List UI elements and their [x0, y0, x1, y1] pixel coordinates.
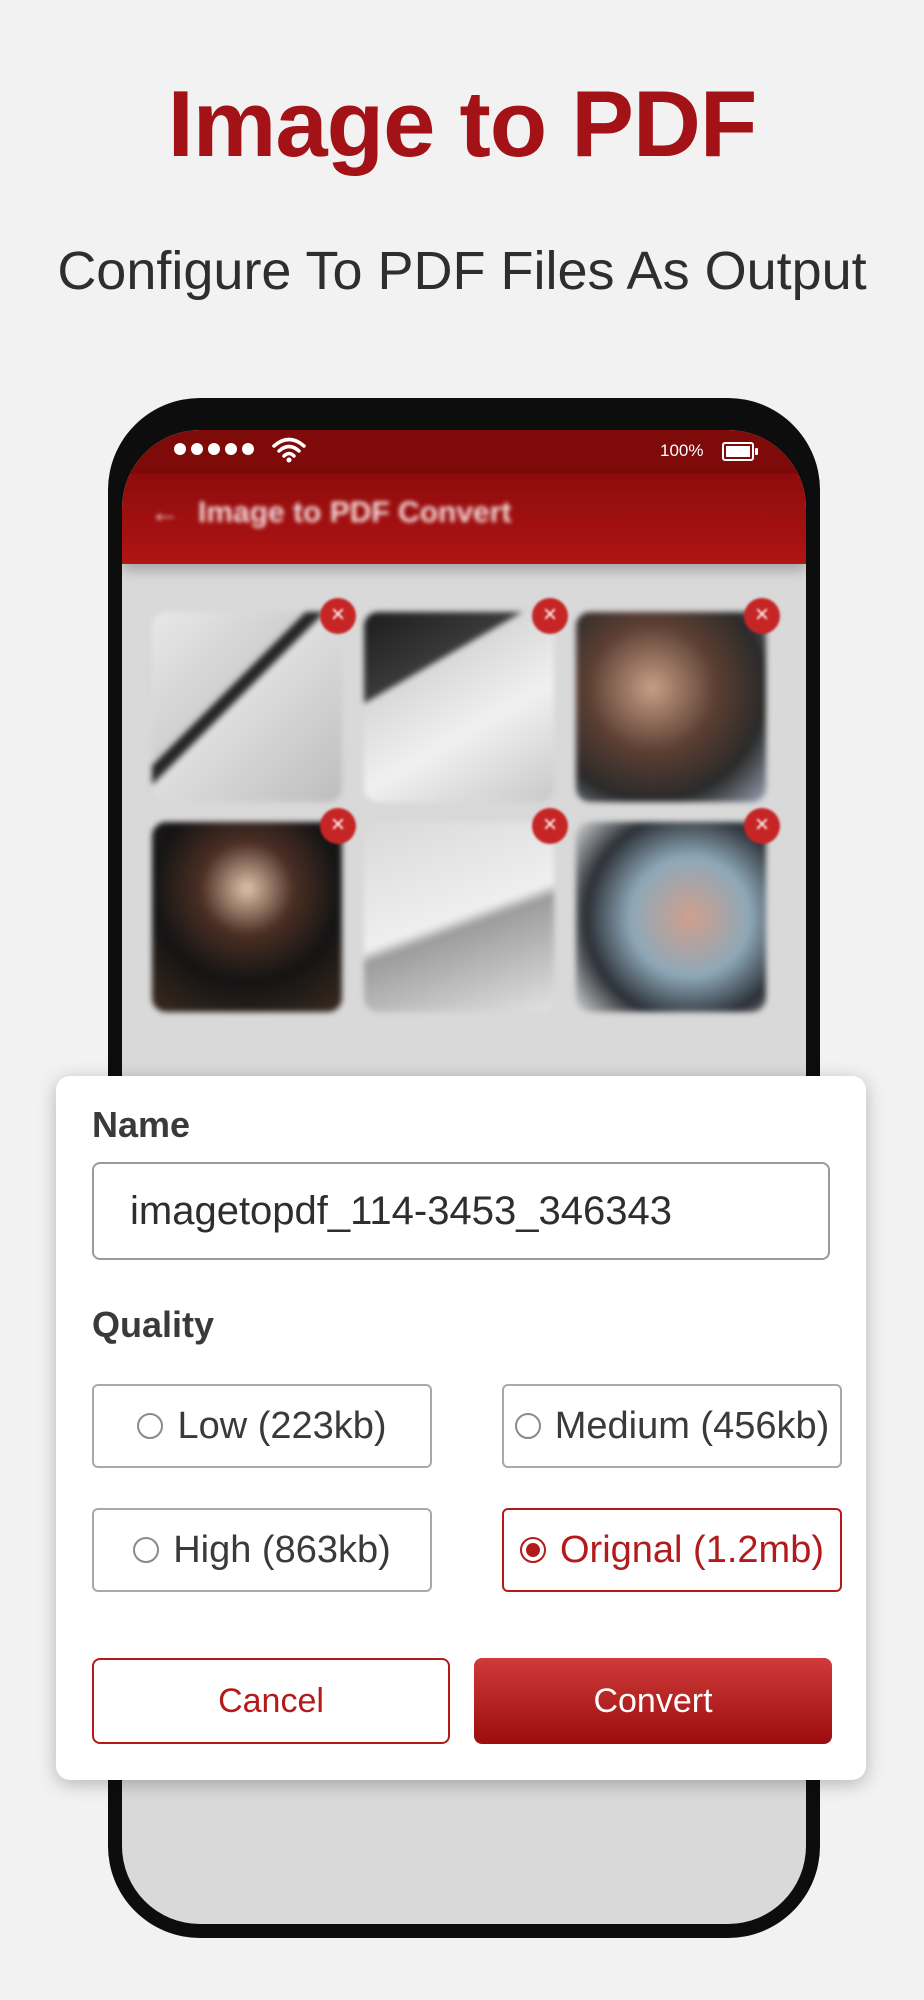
image-thumbnail: [152, 612, 342, 802]
quality-option-original[interactable]: Orignal (1.2mb): [502, 1508, 842, 1592]
image-item[interactable]: ×: [576, 598, 780, 802]
battery-percent: 100%: [660, 441, 704, 460]
quality-option-label: High (863kb): [173, 1528, 391, 1571]
wifi-icon: [272, 437, 306, 463]
battery-icon: [722, 442, 758, 461]
convert-dialog: Name Quality Low (223kb) Medium (456kb) …: [56, 1076, 866, 1780]
image-thumbnail: [152, 822, 342, 1012]
image-item[interactable]: ×: [152, 808, 356, 1012]
image-thumbnail: [576, 822, 766, 1012]
quality-label: Quality: [92, 1304, 215, 1345]
app-bar: ← Image to PDF Convert: [122, 474, 806, 564]
radio-icon: [137, 1413, 164, 1439]
quality-option-label: Medium (456kb): [554, 1404, 830, 1447]
arrow-left-icon[interactable]: ←: [150, 496, 180, 530]
quality-option-high[interactable]: High (863kb): [92, 1508, 432, 1592]
close-icon[interactable]: ×: [320, 808, 356, 844]
close-icon[interactable]: ×: [532, 598, 568, 634]
name-input[interactable]: [92, 1162, 830, 1260]
image-item[interactable]: ×: [364, 598, 568, 802]
radio-icon: [133, 1537, 160, 1563]
image-thumbnail: [364, 612, 554, 802]
quality-option-label: Low (223kb): [177, 1404, 387, 1447]
cancel-button[interactable]: Cancel: [92, 1658, 450, 1744]
image-grid: × × × × × ×: [152, 598, 780, 1012]
image-thumbnail: [576, 612, 766, 802]
close-icon[interactable]: ×: [320, 598, 356, 634]
close-icon[interactable]: ×: [744, 598, 780, 634]
image-thumbnail: [364, 822, 554, 1012]
image-item[interactable]: ×: [152, 598, 356, 802]
app-bar-title: Image to PDF Convert: [198, 496, 512, 529]
status-bar: 100%: [122, 430, 806, 474]
radio-selected-icon: [520, 1537, 546, 1563]
radio-icon: [514, 1413, 541, 1439]
name-label: Name: [92, 1104, 191, 1145]
signal-dots-icon: [174, 443, 254, 455]
hero-subtitle: Configure To PDF Files As Output: [57, 241, 867, 301]
convert-button[interactable]: Convert: [474, 1658, 832, 1744]
quality-option-label: Orignal (1.2mb): [560, 1528, 824, 1571]
close-icon[interactable]: ×: [532, 808, 568, 844]
image-item[interactable]: ×: [576, 808, 780, 1012]
quality-option-low[interactable]: Low (223kb): [92, 1384, 432, 1468]
hero-title: Image to PDF: [167, 71, 758, 176]
quality-option-medium[interactable]: Medium (456kb): [502, 1384, 842, 1468]
image-item[interactable]: ×: [364, 808, 568, 1012]
close-icon[interactable]: ×: [744, 808, 780, 844]
